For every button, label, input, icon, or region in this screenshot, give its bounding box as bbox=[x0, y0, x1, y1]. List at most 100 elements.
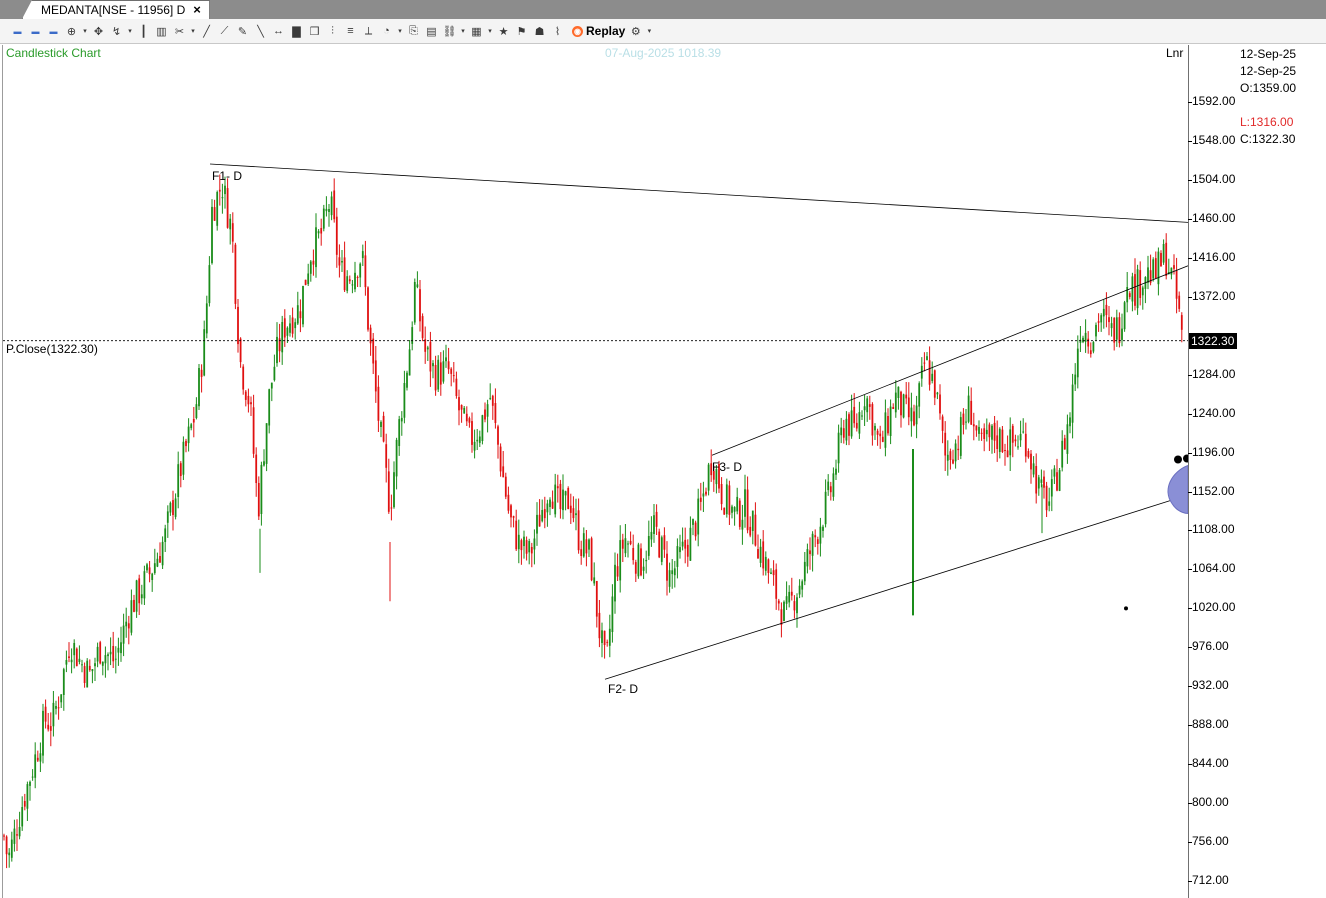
alert-icon[interactable]: ⚑ bbox=[514, 23, 529, 40]
link-icon[interactable]: ⛓ bbox=[442, 23, 457, 40]
candle-body bbox=[884, 412, 887, 448]
candle-body bbox=[619, 540, 622, 581]
diagonal-line-icon[interactable]: ╲ bbox=[253, 23, 268, 40]
candle-body bbox=[637, 544, 640, 577]
candle-body bbox=[78, 658, 81, 662]
volume-icon[interactable]: ▇ bbox=[289, 23, 304, 40]
candle-body bbox=[1173, 265, 1175, 269]
candle-body bbox=[845, 418, 848, 441]
candle-body bbox=[816, 539, 819, 544]
scale-type-label[interactable]: Lnr bbox=[1166, 46, 1183, 60]
candle-body bbox=[946, 454, 949, 461]
crosshair-icon[interactable]: ✥ bbox=[91, 23, 106, 40]
candle-body bbox=[200, 369, 203, 377]
object-icon[interactable]: ❒ bbox=[307, 23, 322, 40]
candle-body bbox=[473, 441, 476, 451]
candle-body bbox=[8, 852, 11, 856]
layout-icon[interactable]: ▤ bbox=[424, 23, 439, 40]
measure-icon[interactable]: ⟂ bbox=[361, 23, 376, 40]
chevron-down-icon[interactable]: ▾ bbox=[82, 23, 88, 40]
candle-body bbox=[1006, 450, 1009, 458]
grid-icon[interactable]: ▦ bbox=[469, 23, 484, 40]
candle-body bbox=[122, 625, 125, 644]
candle-body bbox=[827, 481, 830, 491]
candle-body bbox=[489, 397, 492, 399]
chevron-down-icon[interactable]: ▾ bbox=[646, 23, 652, 40]
candle-body bbox=[437, 359, 440, 390]
candle-body bbox=[705, 491, 707, 495]
replay-button[interactable]: ◉ Replay bbox=[572, 24, 625, 38]
candle-body bbox=[361, 251, 364, 259]
ray-icon[interactable]: ⟋ bbox=[217, 23, 232, 40]
shape-icon[interactable]: ◔ bbox=[379, 23, 394, 40]
gear-icon[interactable]: ⚙ bbox=[628, 23, 643, 40]
chart-tab[interactable]: MEDANTA[NSE - 11956] D × bbox=[22, 0, 210, 19]
marker-dot bbox=[1174, 455, 1182, 464]
chevron-down-icon[interactable]: ▾ bbox=[127, 23, 133, 40]
cursor-mode-icon[interactable]: ↯ bbox=[109, 23, 124, 40]
candle-chart-icon[interactable]: ▥ bbox=[154, 23, 169, 40]
candle-body bbox=[31, 776, 34, 778]
fibonacci-icon[interactable]: ⫶ bbox=[325, 23, 340, 40]
candle-body bbox=[481, 415, 484, 441]
candle-body bbox=[182, 441, 185, 475]
horizontal-line-icon[interactable]: ↔ bbox=[271, 23, 286, 40]
candle-body bbox=[1032, 463, 1035, 475]
chevron-down-icon[interactable]: ▾ bbox=[460, 23, 466, 40]
candle-body bbox=[156, 558, 159, 567]
candle-body bbox=[351, 284, 354, 286]
candle-body bbox=[775, 569, 778, 599]
candle-body bbox=[250, 402, 252, 405]
star-icon[interactable]: ★ bbox=[496, 23, 511, 40]
candle-body bbox=[1040, 479, 1043, 483]
pencil-icon[interactable]: ✎ bbox=[235, 23, 250, 40]
portfolio-icon[interactable]: ☗ bbox=[532, 23, 547, 40]
candle-body bbox=[16, 834, 18, 836]
candle-body bbox=[330, 196, 333, 216]
candle-body bbox=[335, 216, 338, 255]
candle-body bbox=[1170, 267, 1173, 275]
candle-body bbox=[88, 665, 91, 671]
candle-body bbox=[198, 368, 200, 407]
daily-icon[interactable]: ▬ bbox=[46, 23, 61, 40]
candle-body bbox=[931, 373, 934, 381]
candle-body bbox=[34, 754, 37, 778]
indicator-icon[interactable]: ⌇ bbox=[550, 23, 565, 40]
chevron-down-icon[interactable]: ▾ bbox=[487, 23, 493, 40]
candle-body bbox=[515, 520, 518, 550]
chevron-down-icon[interactable]: ▾ bbox=[190, 23, 196, 40]
candle-body bbox=[99, 642, 102, 664]
candle-body bbox=[1074, 374, 1077, 385]
window-titlebar: MEDANTA[NSE - 11956] D × bbox=[0, 0, 1326, 19]
candle-body bbox=[242, 366, 245, 390]
candle-body bbox=[819, 526, 822, 544]
candle-body bbox=[1037, 477, 1040, 489]
candle-body bbox=[1079, 339, 1082, 343]
candle-body bbox=[377, 386, 380, 421]
candlestick-chart[interactable] bbox=[0, 45, 1188, 898]
time-frame-icon[interactable]: ▬ bbox=[10, 23, 25, 40]
candle-body bbox=[445, 357, 447, 362]
minute-icon[interactable]: ▬ bbox=[28, 23, 43, 40]
candle-body bbox=[309, 261, 312, 274]
candle-body bbox=[554, 484, 557, 515]
candle-body bbox=[569, 505, 572, 513]
bar-chart-icon[interactable]: ┃ bbox=[136, 23, 151, 40]
candle-body bbox=[720, 484, 723, 505]
candle-body bbox=[650, 531, 653, 540]
channel-icon[interactable]: ≡ bbox=[343, 23, 358, 40]
candle-body bbox=[764, 556, 767, 571]
close-icon[interactable]: × bbox=[193, 1, 201, 19]
candle-body bbox=[166, 511, 169, 523]
tool-icon[interactable]: ✂ bbox=[172, 23, 187, 40]
candle-body bbox=[525, 540, 528, 554]
trend-line-icon[interactable]: ╱ bbox=[199, 23, 214, 40]
candle-body bbox=[749, 526, 752, 536]
template-icon[interactable]: ⎘ bbox=[406, 23, 421, 40]
pointer-icon[interactable]: ⊕ bbox=[64, 23, 79, 40]
price-tick-label: 1460.00 bbox=[1192, 210, 1236, 225]
candle-body bbox=[543, 509, 546, 519]
price-tick-label: 1284.00 bbox=[1192, 366, 1236, 381]
chevron-down-icon[interactable]: ▾ bbox=[397, 23, 403, 40]
